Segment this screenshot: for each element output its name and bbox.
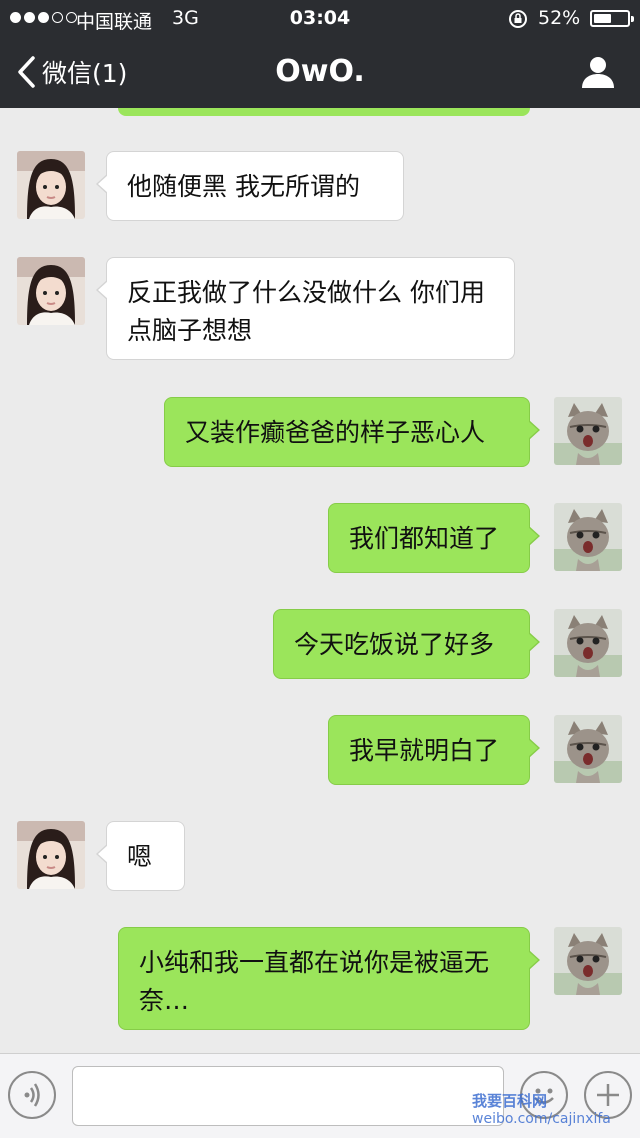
rotation-lock-icon [509, 10, 527, 28]
partial-bubble [118, 108, 530, 116]
watermark-url: weibo.com/cajinxifa [472, 1111, 611, 1127]
message-bubble[interactable]: 我们都知道了 [328, 503, 540, 573]
message-bubble[interactable]: 今天吃饭说了好多 [273, 609, 540, 679]
kitten-avatar[interactable] [554, 503, 622, 571]
kitten-avatar[interactable] [554, 715, 622, 783]
battery-percentage: 52% [538, 7, 581, 29]
kitten-avatar[interactable] [554, 609, 622, 677]
girl-avatar[interactable] [17, 821, 85, 889]
voice-icon [24, 1083, 40, 1107]
message-bubble[interactable]: 嗯 [96, 821, 185, 891]
message-input[interactable] [72, 1066, 504, 1126]
girl-avatar[interactable] [17, 151, 85, 219]
girl-avatar[interactable] [17, 257, 85, 325]
chat-area[interactable]: 他随便黑 我无所谓的 反正我做了什么没做什么 你们用点脑子想想 又装作癫爸爸的样… [0, 108, 640, 1053]
message-bubble[interactable]: 我早就明白了 [328, 715, 540, 785]
watermark-brand: 我要百科网 [472, 1092, 548, 1110]
message-bubble[interactable]: 小纯和我一直都在说你是被逼无奈… [118, 927, 540, 1030]
nav-bar: 微信(1) OwO. [0, 36, 640, 108]
kitten-avatar[interactable] [554, 397, 622, 465]
watermark: 我要百科网 weibo.com/cajinxifa [472, 1090, 611, 1127]
battery-icon [590, 10, 634, 27]
message-bubble[interactable]: 他随便黑 我无所谓的 [96, 151, 404, 221]
status-bar: 中国联通 3G 03:04 52% [0, 0, 640, 36]
kitten-avatar[interactable] [554, 927, 622, 995]
top-bar: 中国联通 3G 03:04 52% 微信(1) OwO. [0, 0, 640, 108]
person-icon[interactable] [578, 52, 618, 92]
message-bubble[interactable]: 反正我做了什么没做什么 你们用点脑子想想 [96, 257, 515, 360]
voice-button[interactable] [8, 1071, 56, 1119]
chat-title: OwO. [275, 54, 365, 89]
message-bubble[interactable]: 又装作癫爸爸的样子恶心人 [164, 397, 540, 467]
